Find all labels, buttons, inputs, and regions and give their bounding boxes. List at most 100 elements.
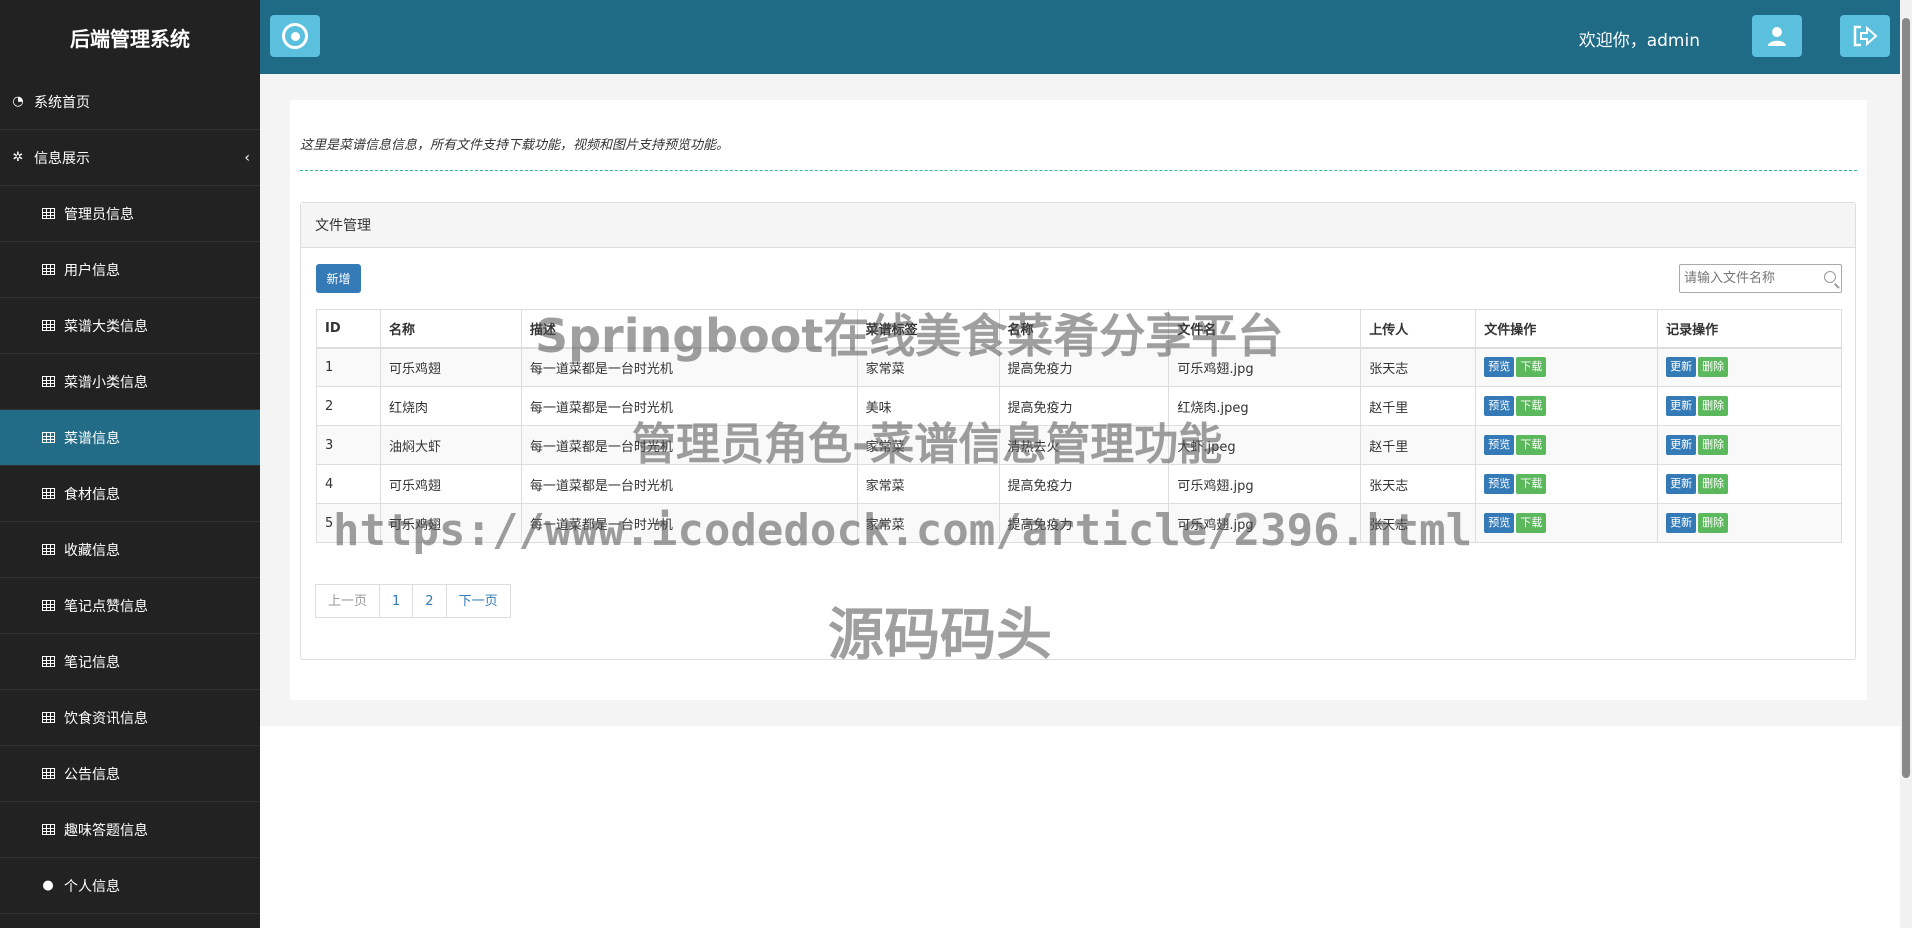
- sidebar-item-user-info[interactable]: 用户信息: [0, 242, 260, 298]
- sidebar-item-note-likes-info[interactable]: 笔记点赞信息: [0, 578, 260, 634]
- cell-effect: 提高免疫力: [998, 386, 1170, 426]
- cell-description: 每一道菜都是一台时光机: [520, 503, 858, 543]
- scrollbar-thumb[interactable]: [1902, 18, 1910, 778]
- update-button[interactable]: 更新: [1666, 474, 1697, 494]
- page-2-button[interactable]: 2: [412, 584, 447, 618]
- sidebar-item-announcement-info[interactable]: 公告信息: [0, 746, 260, 802]
- update-button[interactable]: 更新: [1666, 435, 1697, 455]
- next-page-button[interactable]: 下一页: [445, 584, 511, 618]
- recipe-table: ID 名称 描述 菜谱标签 名称 文件名 上传人 文件操作 记录操作 1 可乐鸡…: [316, 309, 1842, 543]
- sidebar-item-label: 系统首页: [34, 94, 90, 111]
- column-header: 上传人: [1360, 309, 1477, 349]
- download-button[interactable]: 下载: [1516, 357, 1547, 378]
- cell-id: 1: [316, 347, 381, 387]
- cell-tag: 家常菜: [856, 425, 1000, 465]
- cell-name: 可乐鸡翅: [379, 464, 522, 504]
- sidebar-item-label: 饮食资讯信息: [64, 710, 148, 727]
- cell-record-actions: 更新 删除: [1657, 386, 1842, 426]
- delete-button[interactable]: 删除: [1698, 357, 1729, 378]
- sidebar-item-recipe-category[interactable]: 菜谱大类信息: [0, 298, 260, 354]
- cell-record-actions: 更新 删除: [1657, 503, 1842, 543]
- delete-button[interactable]: 删除: [1698, 513, 1729, 533]
- cell-effect: 提高免疫力: [998, 503, 1170, 543]
- sidebar-item-recipe-subcategory[interactable]: 菜谱小类信息: [0, 354, 260, 410]
- sidebar-item-admin-info[interactable]: 管理员信息: [0, 186, 260, 242]
- cell-uploader: 张天志: [1360, 464, 1477, 504]
- cell-tag: 家常菜: [856, 464, 1000, 504]
- search-icon[interactable]: [1824, 271, 1836, 283]
- download-button[interactable]: 下载: [1516, 435, 1547, 455]
- prev-page-button[interactable]: 上一页: [315, 584, 381, 618]
- cell-effect: 清热去火: [998, 425, 1170, 465]
- sidebar-item-quiz-info[interactable]: 趣味答题信息: [0, 802, 260, 858]
- table-row: 4 可乐鸡翅 每一道菜都是一台时光机 家常菜 提高免疫力 可乐鸡翅.jpg 张天…: [316, 464, 1842, 504]
- search-input[interactable]: [1680, 265, 1815, 292]
- delete-button[interactable]: 删除: [1698, 474, 1729, 494]
- table-row: 5 可乐鸡翅 每一道菜都是一台时光机 家常菜 提高免疫力 可乐鸡翅.jpg 张天…: [316, 503, 1842, 543]
- cell-filename: 可乐鸡翅.jpg: [1168, 503, 1362, 543]
- sidebar-item-label: 笔记信息: [64, 654, 120, 671]
- cell-id: 3: [316, 425, 381, 465]
- cell-effect: 提高免疫力: [998, 347, 1170, 387]
- content-card: 这里是菜谱信息信息，所有文件支持下载功能，视频和图片支持预览功能。 文件管理 新…: [290, 100, 1867, 700]
- update-button[interactable]: 更新: [1666, 357, 1697, 378]
- sidebar-item-profile[interactable]: ● 个人信息: [0, 858, 260, 914]
- delete-button[interactable]: 删除: [1698, 396, 1729, 416]
- cell-description: 每一道菜都是一台时光机: [520, 464, 858, 504]
- column-header: 文件名: [1168, 309, 1362, 349]
- sidebar-item-favorites-info[interactable]: 收藏信息: [0, 522, 260, 578]
- preview-button[interactable]: 预览: [1484, 357, 1515, 378]
- pagination: 上一页 1 2 下一页: [315, 584, 511, 618]
- table-icon: [40, 374, 56, 390]
- preview-button[interactable]: 预览: [1484, 513, 1515, 533]
- sidebar-item-label: 用户信息: [64, 262, 120, 279]
- column-header: ID: [316, 309, 381, 349]
- intro-text: 这里是菜谱信息信息，所有文件支持下载功能，视频和图片支持预览功能。: [300, 138, 730, 153]
- cell-file-actions: 预览 下载: [1475, 347, 1659, 387]
- sidebar-item-info-display[interactable]: ✲ 信息展示 ‹: [0, 130, 260, 186]
- add-button[interactable]: 新增: [316, 264, 361, 293]
- sidebar-item-label: 菜谱大类信息: [64, 318, 148, 335]
- sidebar-item-label: 笔记点赞信息: [64, 598, 148, 615]
- table-icon: [40, 822, 56, 838]
- sidebar-item-notes-info[interactable]: 笔记信息: [0, 634, 260, 690]
- delete-button[interactable]: 删除: [1698, 435, 1729, 455]
- cell-name: 油焖大虾: [379, 425, 522, 465]
- sidebar-item-label: 管理员信息: [64, 206, 134, 223]
- update-button[interactable]: 更新: [1666, 396, 1697, 416]
- download-button[interactable]: 下载: [1516, 474, 1547, 494]
- cell-filename: 大虾.jpeg: [1168, 425, 1362, 465]
- update-button[interactable]: 更新: [1666, 513, 1697, 533]
- download-button[interactable]: 下载: [1516, 396, 1547, 416]
- sidebar-item-label: 食材信息: [64, 486, 120, 503]
- download-button[interactable]: 下载: [1516, 513, 1547, 533]
- cell-filename: 红烧肉.jpeg: [1168, 386, 1362, 426]
- cell-record-actions: 更新 删除: [1657, 464, 1842, 504]
- file-management-panel: 文件管理 新增 ID 名称 描述 菜谱标签 名称 文件名 上传人 文件操作: [300, 202, 1856, 660]
- preview-button[interactable]: 预览: [1484, 435, 1515, 455]
- preview-button[interactable]: 预览: [1484, 474, 1515, 494]
- dashboard-icon: ◔: [12, 94, 24, 109]
- page-1-button[interactable]: 1: [379, 584, 414, 618]
- sidebar-item-diet-news-info[interactable]: 饮食资讯信息: [0, 690, 260, 746]
- sidebar-item-recipe-info[interactable]: 菜谱信息: [0, 410, 260, 466]
- logout-button[interactable]: [1840, 15, 1890, 57]
- column-header: 名称: [998, 309, 1170, 349]
- sidebar-item-home[interactable]: ◔ 系统首页: [0, 74, 260, 130]
- page-scrollbar[interactable]: [1900, 0, 1912, 928]
- dot-circle-icon: [282, 23, 308, 49]
- cell-name: 可乐鸡翅: [379, 347, 522, 387]
- cell-name: 可乐鸡翅: [379, 503, 522, 543]
- table-icon: [40, 654, 56, 670]
- cell-tag: 家常菜: [856, 503, 1000, 543]
- column-header: 记录操作: [1657, 309, 1842, 349]
- sidebar-item-label: 信息展示: [34, 150, 90, 167]
- sidebar-toggle-button[interactable]: [270, 15, 320, 57]
- cell-name: 红烧肉: [379, 386, 522, 426]
- app-title: 后端管理系统: [70, 26, 190, 51]
- table-icon: [40, 206, 56, 222]
- sidebar-item-ingredient-info[interactable]: 食材信息: [0, 466, 260, 522]
- table-icon: [40, 598, 56, 614]
- user-profile-button[interactable]: [1752, 15, 1802, 57]
- preview-button[interactable]: 预览: [1484, 396, 1515, 416]
